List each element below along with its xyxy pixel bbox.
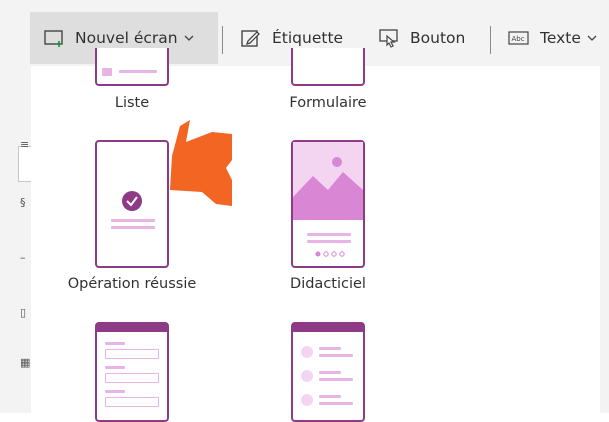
pencil-icon [241,30,260,47]
left-pane: ≡ § – ▯ ▦ [0,66,33,413]
image-placeholder-icon [293,142,363,220]
tile-tutorial-label: Didacticiel [290,276,366,292]
tile-success-label: Opération réussie [67,276,197,292]
toolbar-separator [490,26,491,54]
menu-icon: ≡ [20,138,30,151]
chevron-down-icon [587,35,597,41]
text-box-icon: Abc [508,31,529,45]
text-button-label: Texte [540,29,581,47]
success-thumbnail [95,140,169,268]
pagination-dots-icon [315,251,345,257]
list-thumbnail [95,48,169,86]
button-button[interactable]: Bouton [378,12,465,64]
text-button[interactable]: Abc Texte [508,12,597,64]
tree-icon: § [20,196,26,209]
chevron-down-icon [184,35,194,41]
svg-text:Abc: Abc [512,35,525,43]
screen-icon: ▯ [20,306,27,319]
new-screen-label: Nouvel écran [75,29,178,47]
new-screen-icon [44,30,63,47]
list-variant-thumbnail [291,322,365,422]
tile-list-label: Liste [114,95,150,111]
pointer-button-icon [379,29,398,48]
form-variant-thumbnail [95,322,169,422]
checkmark-icon [122,191,142,211]
toolbar-separator [222,26,223,54]
panel-edge [600,66,609,413]
tutorial-thumbnail [291,140,365,268]
label-button-label: Étiquette [272,29,344,47]
button-button-label: Bouton [410,29,466,47]
tile-form-label: Formulaire [289,95,367,111]
grid-icon: ▦ [20,356,31,369]
annotation-arrow-icon [170,120,232,206]
form-thumbnail [291,48,365,86]
minus-icon: – [20,251,26,264]
